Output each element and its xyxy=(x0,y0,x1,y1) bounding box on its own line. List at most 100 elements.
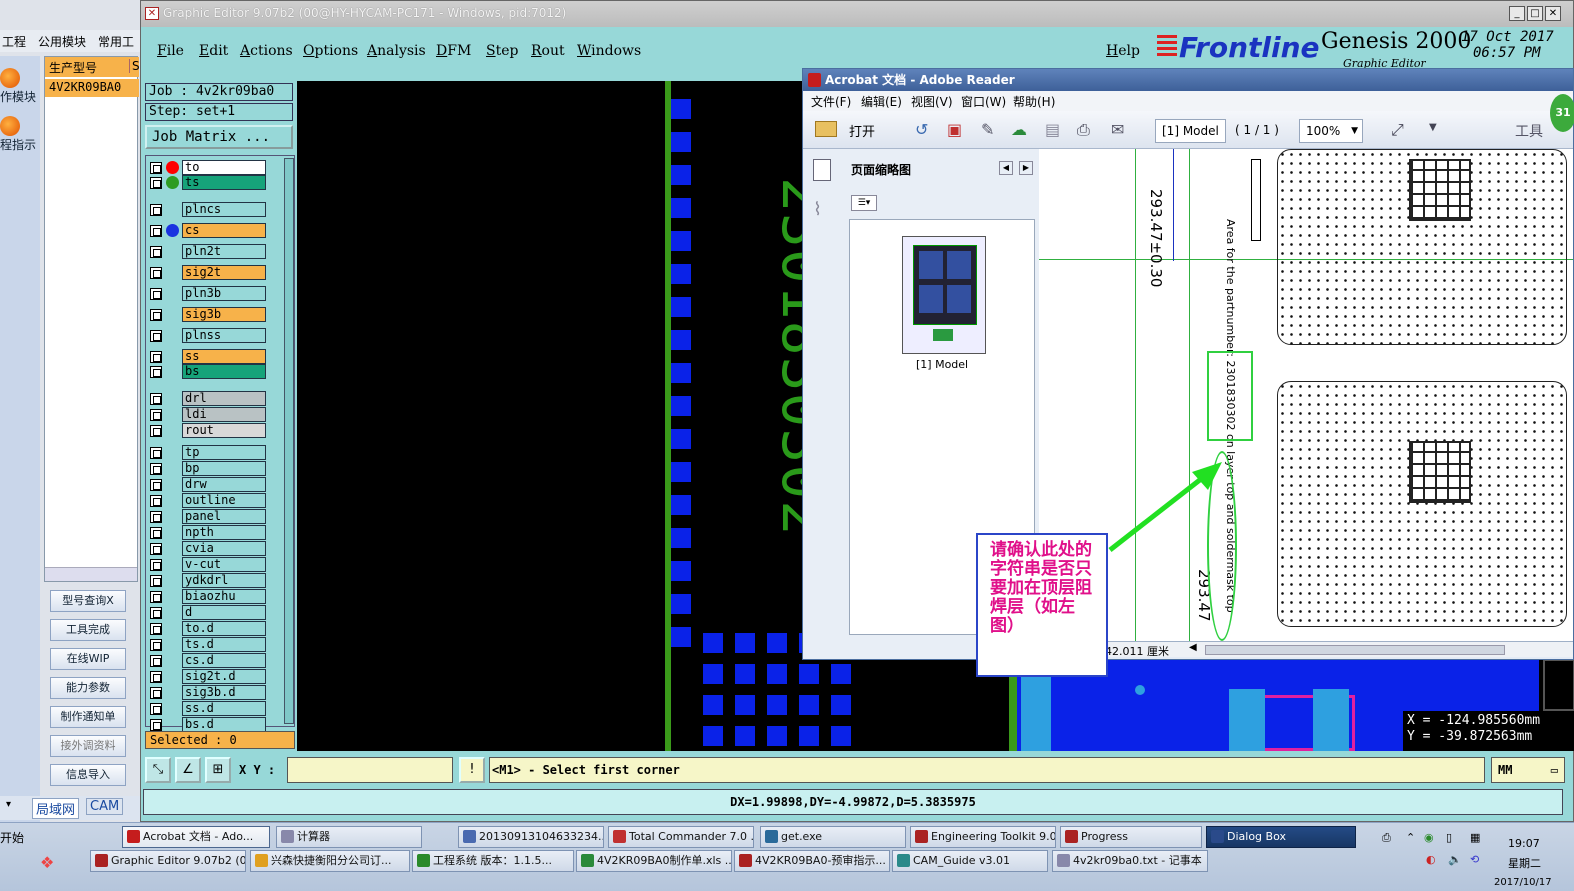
info-icon[interactable]: ! xyxy=(459,757,485,783)
layer-name[interactable]: npth xyxy=(182,525,266,540)
email-icon[interactable]: ✉ xyxy=(1111,120,1124,139)
tray-sync-icon[interactable]: ⟲ xyxy=(1470,853,1479,866)
layer-row-sig3b.d[interactable]: sig3b.d xyxy=(148,685,268,700)
layer-row-to[interactable]: to xyxy=(148,160,268,175)
layer-checkbox[interactable] xyxy=(150,351,162,363)
acro-menu-window[interactable]: 窗口(W) xyxy=(961,93,1006,110)
layer-name[interactable]: ss xyxy=(182,349,266,364)
model-query-button[interactable]: 型号查询X xyxy=(50,590,126,612)
menu-edit[interactable]: Edit xyxy=(199,43,228,59)
layer-checkbox[interactable] xyxy=(150,288,162,300)
menu-project[interactable]: 工程 xyxy=(2,33,26,50)
back-icon[interactable]: ↺ xyxy=(915,120,928,139)
layer-row-biaozhu[interactable]: biaozhu xyxy=(148,589,268,604)
layer-checkbox[interactable] xyxy=(150,527,162,539)
menu-actions[interactable]: Actions xyxy=(240,43,293,59)
menu-windows[interactable]: Windows xyxy=(577,43,641,59)
layer-row-sig3b[interactable]: sig3b xyxy=(148,307,268,322)
layer-checkbox[interactable] xyxy=(150,511,162,523)
pages-icon[interactable] xyxy=(813,159,831,181)
pdf-page[interactable]: 293.47±0.30 293.47 Area for the partnumb… xyxy=(1039,149,1573,641)
layer-checkbox[interactable] xyxy=(150,623,162,635)
start-button[interactable]: 开始 xyxy=(0,829,24,846)
layer-name[interactable]: drw xyxy=(182,477,266,492)
layer-row-outline[interactable]: outline xyxy=(148,493,268,508)
layer-row-v-cut[interactable]: v-cut xyxy=(148,557,268,572)
layer-checkbox[interactable] xyxy=(150,591,162,603)
layer-name[interactable]: sig2t xyxy=(182,265,266,280)
layer-row-cs[interactable]: cs xyxy=(148,223,268,238)
nav-process-guide[interactable]: 程指示 xyxy=(0,110,38,154)
minimize-button[interactable]: _ xyxy=(1509,6,1525,21)
layer-row-ss[interactable]: ss xyxy=(148,349,268,364)
taskbar-button[interactable]: 工程系统 版本：1.1.5... xyxy=(412,850,574,872)
menu-help[interactable]: Help xyxy=(1106,43,1140,59)
acro-menu-edit[interactable]: 编辑(E) xyxy=(861,93,902,110)
menu-common-modules[interactable]: 公用模块 xyxy=(38,33,86,50)
xy-input[interactable] xyxy=(287,757,453,783)
layer-row-pln3b[interactable]: pln3b xyxy=(148,286,268,301)
layer-checkbox[interactable] xyxy=(150,495,162,507)
layer-name[interactable]: bp xyxy=(182,461,266,476)
grid-snap-icon[interactable]: ⊞ xyxy=(205,757,231,783)
layer-row-plnss[interactable]: plnss xyxy=(148,328,268,343)
tray-device-icon[interactable]: ▯ xyxy=(1446,831,1452,844)
layer-scrollbar[interactable] xyxy=(284,158,294,724)
layer-row-drl[interactable]: drl xyxy=(148,391,268,406)
layer-row-bp[interactable]: bp xyxy=(148,461,268,476)
options-icon[interactable]: ☰▾ xyxy=(851,195,877,211)
layer-checkbox[interactable] xyxy=(150,687,162,699)
page-number-field[interactable]: [1] Model xyxy=(1155,119,1226,143)
layer-checkbox[interactable] xyxy=(150,309,162,321)
menu-options[interactable]: Options xyxy=(303,43,358,59)
grid-hscrollbar[interactable] xyxy=(45,567,137,581)
layer-checkbox[interactable] xyxy=(150,479,162,491)
layer-row-rout[interactable]: rout xyxy=(148,423,268,438)
taskbar-button[interactable]: 兴森快捷衡阳分公司订... xyxy=(250,850,410,872)
measure-icon[interactable]: ∠ xyxy=(175,757,201,783)
layer-row-bs[interactable]: bs xyxy=(148,364,268,379)
capability-button[interactable]: 能力参数 xyxy=(50,677,126,699)
tray-app-icon[interactable]: ◉ xyxy=(1424,831,1434,844)
taskbar-button[interactable]: get.exe xyxy=(760,826,906,848)
layer-checkbox[interactable] xyxy=(150,366,162,378)
nav-make-module[interactable]: 作模块 xyxy=(0,62,38,106)
taskbar-button[interactable]: Total Commander 7.0 ... xyxy=(608,826,754,848)
layer-name[interactable]: tp xyxy=(182,445,266,460)
layer-checkbox[interactable] xyxy=(150,639,162,651)
layer-name[interactable]: pln3b xyxy=(182,286,266,301)
create-pdf-icon[interactable]: ▣ xyxy=(947,120,962,139)
layer-name[interactable]: sig2t.d xyxy=(182,669,266,684)
layer-checkbox[interactable] xyxy=(150,671,162,683)
layer-name[interactable]: ydkdrl xyxy=(182,573,266,588)
layer-checkbox[interactable] xyxy=(150,463,162,475)
layer-row-tp[interactable]: tp xyxy=(148,445,268,460)
layer-checkbox[interactable] xyxy=(150,177,162,189)
layer-checkbox[interactable] xyxy=(150,267,162,279)
layer-row-to.d[interactable]: to.d xyxy=(148,621,268,636)
layer-name[interactable]: pln2t xyxy=(182,244,266,259)
save-icon[interactable]: ▤ xyxy=(1045,120,1060,139)
layer-row-drw[interactable]: drw xyxy=(148,477,268,492)
acro-menu-help[interactable]: 帮助(H) xyxy=(1013,93,1055,110)
edit-icon[interactable]: ✎ xyxy=(981,120,994,139)
layer-name[interactable]: cs.d xyxy=(182,653,266,668)
attachment-icon[interactable]: ⌇ xyxy=(813,199,822,220)
layer-row-cvia[interactable]: cvia xyxy=(148,541,268,556)
menu-step[interactable]: Step xyxy=(486,43,518,59)
tools-button[interactable]: 工具 xyxy=(1515,121,1543,141)
zoom-dropdown-icon[interactable]: ▼ xyxy=(1351,120,1358,142)
layer-row-ts[interactable]: ts xyxy=(148,175,268,190)
layer-name[interactable]: ts xyxy=(182,175,266,190)
taskbar-button[interactable]: Progress xyxy=(1060,826,1202,848)
layer-name[interactable]: plnss xyxy=(182,328,266,343)
layer-name[interactable]: to xyxy=(182,160,266,175)
layer-checkbox[interactable] xyxy=(150,330,162,342)
taskbar-button[interactable]: 20130913104633234.... xyxy=(458,826,604,848)
layer-name[interactable]: cs xyxy=(182,223,266,238)
open-folder-icon[interactable] xyxy=(815,121,837,137)
external-data-button[interactable]: 接外调资料 xyxy=(50,735,126,757)
layer-name[interactable]: sig3b xyxy=(182,307,266,322)
layer-row-ss.d[interactable]: ss.d xyxy=(148,701,268,716)
layer-checkbox[interactable] xyxy=(150,655,162,667)
